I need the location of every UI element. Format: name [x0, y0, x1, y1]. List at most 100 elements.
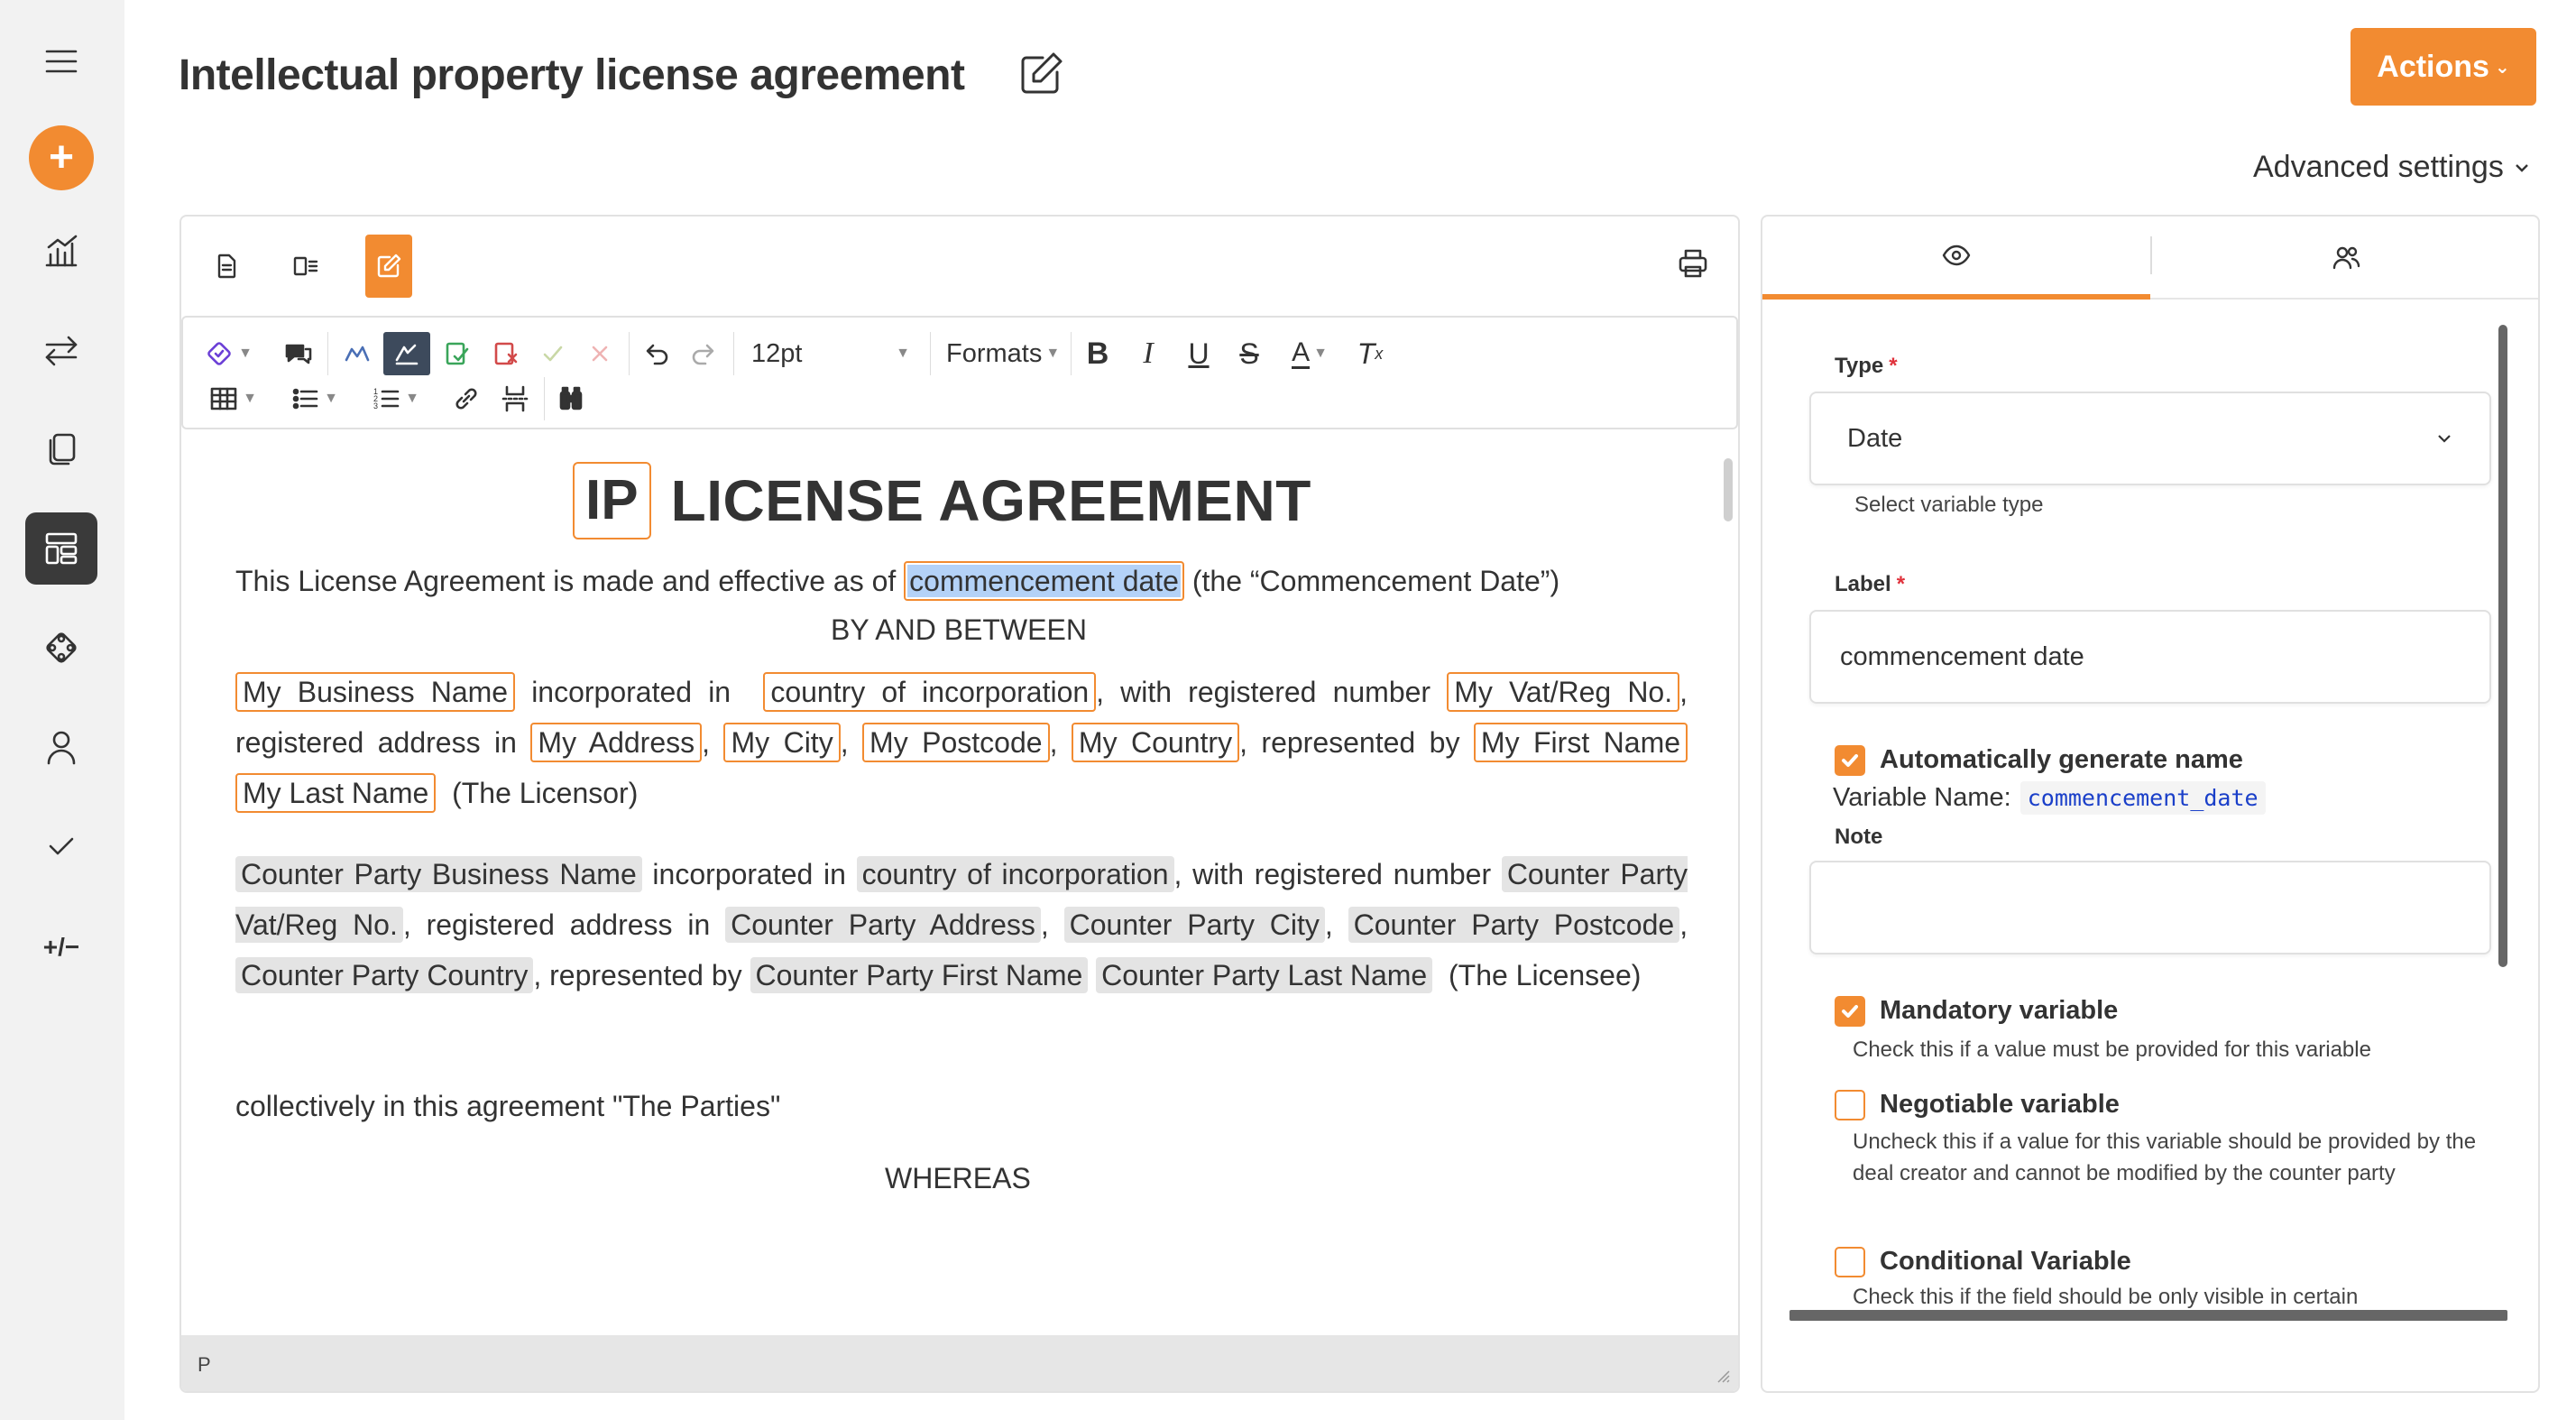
- panel-horizontal-scrollbar[interactable]: [1789, 1310, 2507, 1321]
- note-label: Note: [1835, 825, 1883, 849]
- document-heading: IP LICENSE AGREEMENT: [573, 462, 1311, 539]
- conditional-help: Check this if the field should be only v…: [1853, 1285, 2359, 1308]
- integrations-icon[interactable]: [25, 612, 97, 684]
- negotiable-help: Uncheck this if a value for this variabl…: [1853, 1130, 2477, 1185]
- negotiable-checkbox[interactable]: [1835, 1090, 1865, 1120]
- check-icon: [1842, 1005, 1858, 1018]
- licensee-city[interactable]: Counter Party City: [1063, 907, 1325, 943]
- page-break-icon[interactable]: [493, 377, 537, 420]
- licensee-last-name[interactable]: Counter Party Last Name: [1096, 957, 1433, 993]
- reject-change-icon[interactable]: [484, 332, 528, 375]
- chevron-down-icon: [2515, 163, 2528, 172]
- page-title: Intellectual property license agreement: [179, 51, 965, 99]
- tab-visibility[interactable]: [1762, 217, 2150, 300]
- label-input[interactable]: commencement date: [1809, 610, 2491, 704]
- mode-bar: [181, 217, 1738, 316]
- licensee-paragraph: Counter Party Business Name incorporated…: [235, 856, 1688, 993]
- compare-document-icon[interactable]: [282, 235, 329, 298]
- licensee-country[interactable]: Counter Party Country: [235, 957, 534, 993]
- accept-change-icon[interactable]: [436, 332, 479, 375]
- licensee-business-name[interactable]: Counter Party Business Name: [235, 856, 642, 892]
- font-size-select[interactable]: 12pt ▼: [741, 332, 921, 375]
- mandatory-checkbox[interactable]: [1835, 996, 1865, 1027]
- licensor-last-name[interactable]: My Last Name: [235, 773, 437, 813]
- commencement-date-variable[interactable]: commencement date: [904, 561, 1184, 601]
- actions-button[interactable]: Actions ⌄: [2351, 28, 2536, 106]
- strikethrough-icon[interactable]: S: [1228, 332, 1271, 375]
- licensee-first-name[interactable]: Counter Party First Name: [750, 957, 1089, 993]
- text-color-icon[interactable]: A ▼: [1278, 332, 1341, 375]
- swap-arrows-icon[interactable]: [25, 314, 97, 386]
- create-new-button[interactable]: +: [29, 125, 94, 190]
- advanced-settings-toggle[interactable]: Advanced settings: [2253, 150, 2531, 185]
- redo-icon[interactable]: [683, 332, 726, 375]
- licensor-business-name[interactable]: My Business Name: [235, 672, 516, 712]
- check-icon: [1842, 754, 1858, 767]
- licensor-address[interactable]: My Address: [530, 723, 703, 762]
- edit-title-icon[interactable]: [1017, 51, 1064, 97]
- view-document-icon[interactable]: [203, 235, 250, 298]
- conditional-label: Conditional Variable: [1880, 1247, 2131, 1276]
- bold-icon[interactable]: B: [1076, 332, 1119, 375]
- licensor-vat[interactable]: My Vat/Reg No.: [1447, 672, 1680, 712]
- mandatory-help: Check this if a value must be provided f…: [1853, 1037, 2371, 1062]
- editor-toolbar: ▼ 12pt ▼ Formats ▼ B I U S A ▼ T x ▼ ▼ 1…: [181, 316, 1738, 429]
- licensor-postcode[interactable]: My Postcode: [862, 723, 1050, 762]
- panel-scrollbar[interactable]: [2498, 325, 2507, 967]
- eye-icon: [1942, 244, 1971, 266]
- checkmark-icon[interactable]: [25, 810, 97, 882]
- edit-document-icon[interactable]: [365, 235, 412, 298]
- element-path[interactable]: P: [198, 1353, 211, 1376]
- licensee-address[interactable]: Counter Party Address: [725, 907, 1041, 943]
- bullet-list-icon[interactable]: ▼: [281, 377, 347, 420]
- track-changes-icon[interactable]: [335, 332, 378, 375]
- ip-variable[interactable]: IP: [573, 462, 651, 539]
- licensee-country-incorporation[interactable]: country of incorporation: [856, 856, 1174, 892]
- licensor-country-incorporation[interactable]: country of incorporation: [763, 672, 1097, 712]
- panel-tabs: [1762, 217, 2538, 300]
- user-icon[interactable]: [25, 711, 97, 783]
- variable-insert-icon[interactable]: ▼: [201, 332, 255, 375]
- licensor-city[interactable]: My City: [723, 723, 841, 762]
- licensee-postcode[interactable]: Counter Party Postcode: [1348, 907, 1680, 943]
- conditional-help-clip: Check this if the field should be only v…: [1853, 1281, 2538, 1308]
- mandatory-label: Mandatory variable: [1880, 996, 2119, 1025]
- type-select[interactable]: Date: [1809, 392, 2491, 485]
- menu-icon[interactable]: [25, 25, 97, 97]
- conditional-checkbox[interactable]: [1835, 1247, 1865, 1277]
- reject-all-icon[interactable]: [580, 332, 620, 375]
- link-icon[interactable]: [445, 377, 488, 420]
- document-body[interactable]: IP LICENSE AGREEMENT This License Agreem…: [181, 429, 1724, 1371]
- underline-icon[interactable]: U: [1177, 332, 1220, 375]
- italic-icon[interactable]: I: [1127, 332, 1170, 375]
- svg-text:3: 3: [373, 401, 378, 410]
- numbered-list-icon[interactable]: 1 2 3 ▼: [362, 377, 428, 420]
- comments-icon[interactable]: [279, 332, 318, 375]
- type-label: Type *: [1835, 354, 1898, 378]
- analytics-chart-icon[interactable]: [25, 215, 97, 287]
- between-heading: BY AND BETWEEN: [831, 613, 1087, 646]
- licensor-first-name[interactable]: My First Name: [1473, 723, 1688, 762]
- diff-icon[interactable]: +/−: [25, 911, 97, 983]
- documents-icon[interactable]: [25, 413, 97, 485]
- note-input[interactable]: [1809, 861, 2491, 954]
- auto-name-label: Automatically generate name: [1880, 745, 2243, 774]
- resize-handle-icon[interactable]: [1713, 1366, 1731, 1384]
- undo-icon[interactable]: [634, 332, 677, 375]
- table-icon[interactable]: ▼: [201, 377, 264, 420]
- editor-scrollbar[interactable]: [1724, 458, 1733, 521]
- find-replace-icon[interactable]: [549, 377, 593, 420]
- auto-name-checkbox[interactable]: [1835, 745, 1865, 776]
- formats-select[interactable]: Formats ▼: [937, 332, 1063, 375]
- collectively-paragraph: collectively in this agreement "The Part…: [235, 1090, 781, 1122]
- licensor-country[interactable]: My Country: [1071, 723, 1240, 762]
- chevron-down-icon: [2438, 435, 2451, 443]
- clear-formatting-icon[interactable]: Tx: [1348, 332, 1392, 375]
- print-icon[interactable]: [1677, 247, 1713, 283]
- templates-icon[interactable]: [25, 512, 97, 585]
- negotiable-label: Negotiable variable: [1880, 1090, 2120, 1119]
- track-changes-active-icon[interactable]: [383, 332, 430, 375]
- editor-statusbar: P: [181, 1335, 1738, 1391]
- tab-participants[interactable]: [2152, 217, 2538, 300]
- accept-all-icon[interactable]: [533, 332, 573, 375]
